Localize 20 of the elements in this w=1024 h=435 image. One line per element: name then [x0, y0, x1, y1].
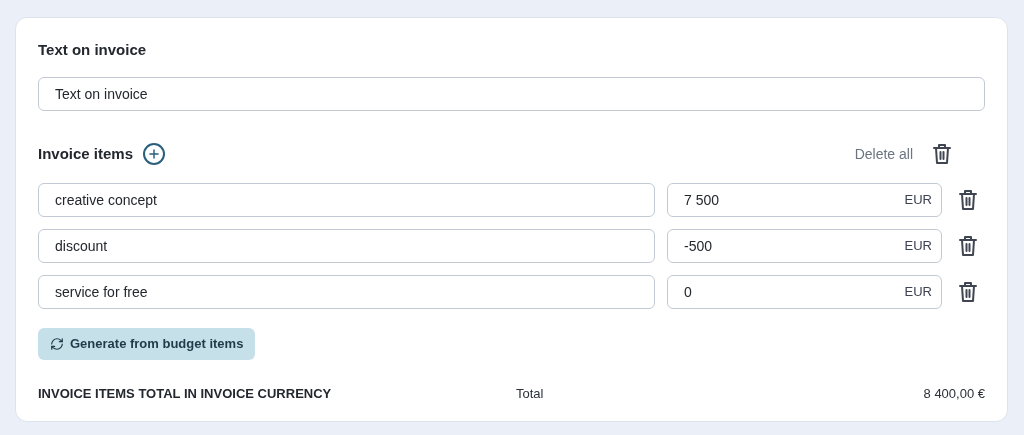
item-name-field[interactable]: discount [38, 229, 655, 263]
trash-icon[interactable] [958, 281, 978, 303]
section-title: Text on invoice [38, 40, 148, 60]
total-label: INVOICE ITEMS TOTAL IN INVOICE CURRENCY [38, 385, 333, 403]
currency-label: EUR [904, 238, 932, 254]
total-caption: Total [516, 385, 544, 403]
currency-label: EUR [904, 192, 932, 208]
delete-all-button[interactable]: Delete all [854, 143, 913, 165]
add-icon[interactable] [143, 143, 166, 165]
trash-icon[interactable] [958, 235, 978, 257]
item-name-field[interactable]: service for free [38, 275, 655, 309]
text-field[interactable]: Text on invoice [38, 77, 985, 111]
total-value: 8 400,00 € [923, 385, 985, 403]
refresh-icon [50, 337, 64, 351]
section-title: Invoice items [38, 143, 134, 164]
trash-icon[interactable] [932, 143, 952, 165]
generate-button[interactable]: Generate from budget items [38, 328, 256, 360]
trash-icon[interactable] [958, 189, 978, 211]
item-name-field[interactable]: creative concept [38, 183, 655, 217]
currency-label: EUR [904, 284, 932, 300]
